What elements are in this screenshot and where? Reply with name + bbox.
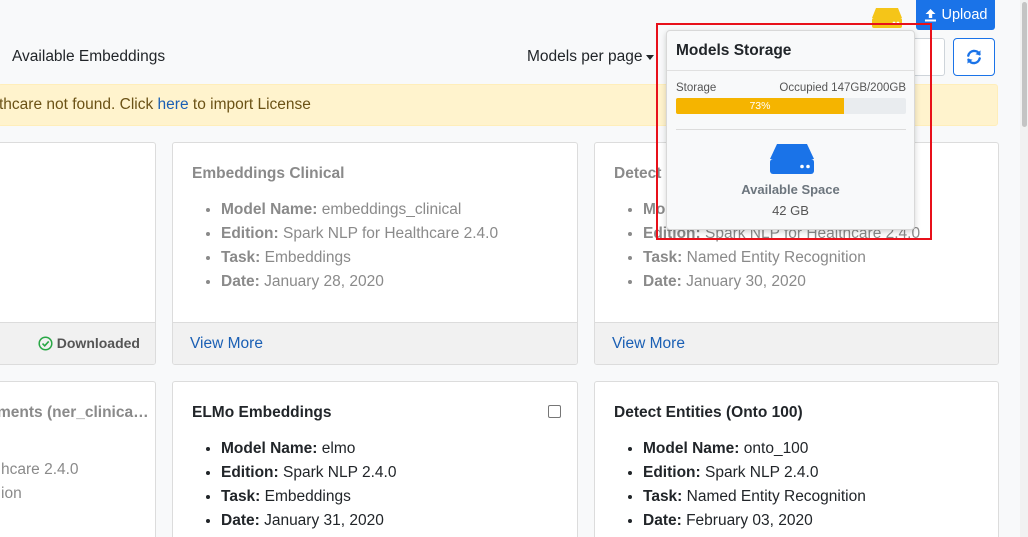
storage-button[interactable] <box>870 2 904 30</box>
list-item: Model Name: embeddings_clinical <box>221 198 498 222</box>
card-footer: View More <box>595 322 998 364</box>
downloaded-label: Downloaded <box>56 335 140 351</box>
import-license-link[interactable]: here <box>158 96 189 114</box>
storage-row: Storage Occupied 147GB/200GB <box>676 82 906 94</box>
card-title: Detect Entities (Onto 100) <box>614 404 803 421</box>
models-per-page-label: Models per page <box>527 48 643 65</box>
model-card: Detect Entities (Onto 100) Model Name: o… <box>594 381 999 537</box>
card-details: Model Name: elmo Edition: Spark NLP 2.4.… <box>221 437 396 533</box>
upload-icon <box>924 9 936 22</box>
storage-label: Storage <box>676 82 717 94</box>
hard-drive-icon <box>770 144 814 174</box>
list-item: Date: January 28, 2020 <box>221 270 498 294</box>
alert-prefix: thcare not found. Click <box>0 96 154 113</box>
card-line: hcare 2.4.0 <box>1 461 79 478</box>
list-item: Date: January 31, 2020 <box>221 509 396 533</box>
models-per-page-dropdown[interactable]: Models per page <box>527 48 655 66</box>
select-checkbox[interactable] <box>548 405 561 418</box>
model-card: ELMo Embeddings Model Name: elmo Edition… <box>172 381 578 537</box>
list-item: Task: Named Entity Recognition <box>643 485 866 509</box>
card-title: Embeddings Clinical <box>192 165 345 182</box>
card-details: Model Name: onto_100 Edition: Spark NLP … <box>643 437 866 533</box>
view-more-link[interactable]: View More <box>190 335 263 353</box>
check-circle-icon <box>38 335 53 351</box>
list-item: Task: Embeddings <box>221 246 498 270</box>
card-footer: View More <box>173 322 577 364</box>
upload-button[interactable]: Upload <box>916 0 995 30</box>
available-space-label: Available Space <box>741 182 840 197</box>
list-item: Edition: Spark NLP 2.4.0 <box>221 461 396 485</box>
alert-suffix: to import License <box>192 96 311 113</box>
card-line: ion <box>1 485 22 502</box>
model-card: ments (ner_clinica… hcare 2.4.0 ion <box>0 381 156 537</box>
storage-progress-bar: 73% <box>676 98 906 114</box>
occupied-label: Occupied 147GB/200GB <box>779 82 906 94</box>
model-card: Downloaded <box>0 142 156 365</box>
storage-progress-fill: 73% <box>676 98 844 114</box>
card-title: ments (ner_clinica… <box>0 404 149 421</box>
card-footer: Downloaded <box>0 322 155 364</box>
caret-down-icon <box>646 54 655 60</box>
refresh-icon <box>967 49 981 65</box>
list-item: Date: February 03, 2020 <box>643 509 866 533</box>
section-title: Available Embeddings <box>12 48 166 65</box>
divider <box>676 129 906 130</box>
list-item: Task: Embeddings <box>221 485 396 509</box>
list-item: Edition: Spark NLP 2.4.0 <box>643 461 866 485</box>
card-details: Model Name: embeddings_clinical Edition:… <box>221 198 498 294</box>
models-storage-popover: Models Storage Storage Occupied 147GB/20… <box>666 30 915 230</box>
list-item: Task: Named Entity Recognition <box>643 246 920 270</box>
list-item: Model Name: onto_100 <box>643 437 866 461</box>
model-card: Embeddings Clinical Model Name: embeddin… <box>172 142 578 365</box>
list-item: Edition: Spark NLP for Healthcare 2.4.0 <box>221 222 498 246</box>
downloaded-status: Downloaded <box>38 335 140 351</box>
list-item: Model Name: elmo <box>221 437 396 461</box>
available-space-value: 42 GB <box>772 203 809 218</box>
list-item: Date: January 30, 2020 <box>643 270 920 294</box>
view-more-link[interactable]: View More <box>612 335 685 353</box>
scrollbar-thumb[interactable] <box>1022 2 1027 127</box>
refresh-button[interactable] <box>953 38 995 76</box>
upload-label: Upload <box>941 7 988 23</box>
popover-title: Models Storage <box>667 31 914 71</box>
card-title: ELMo Embeddings <box>192 404 332 421</box>
hard-drive-icon <box>872 8 902 28</box>
